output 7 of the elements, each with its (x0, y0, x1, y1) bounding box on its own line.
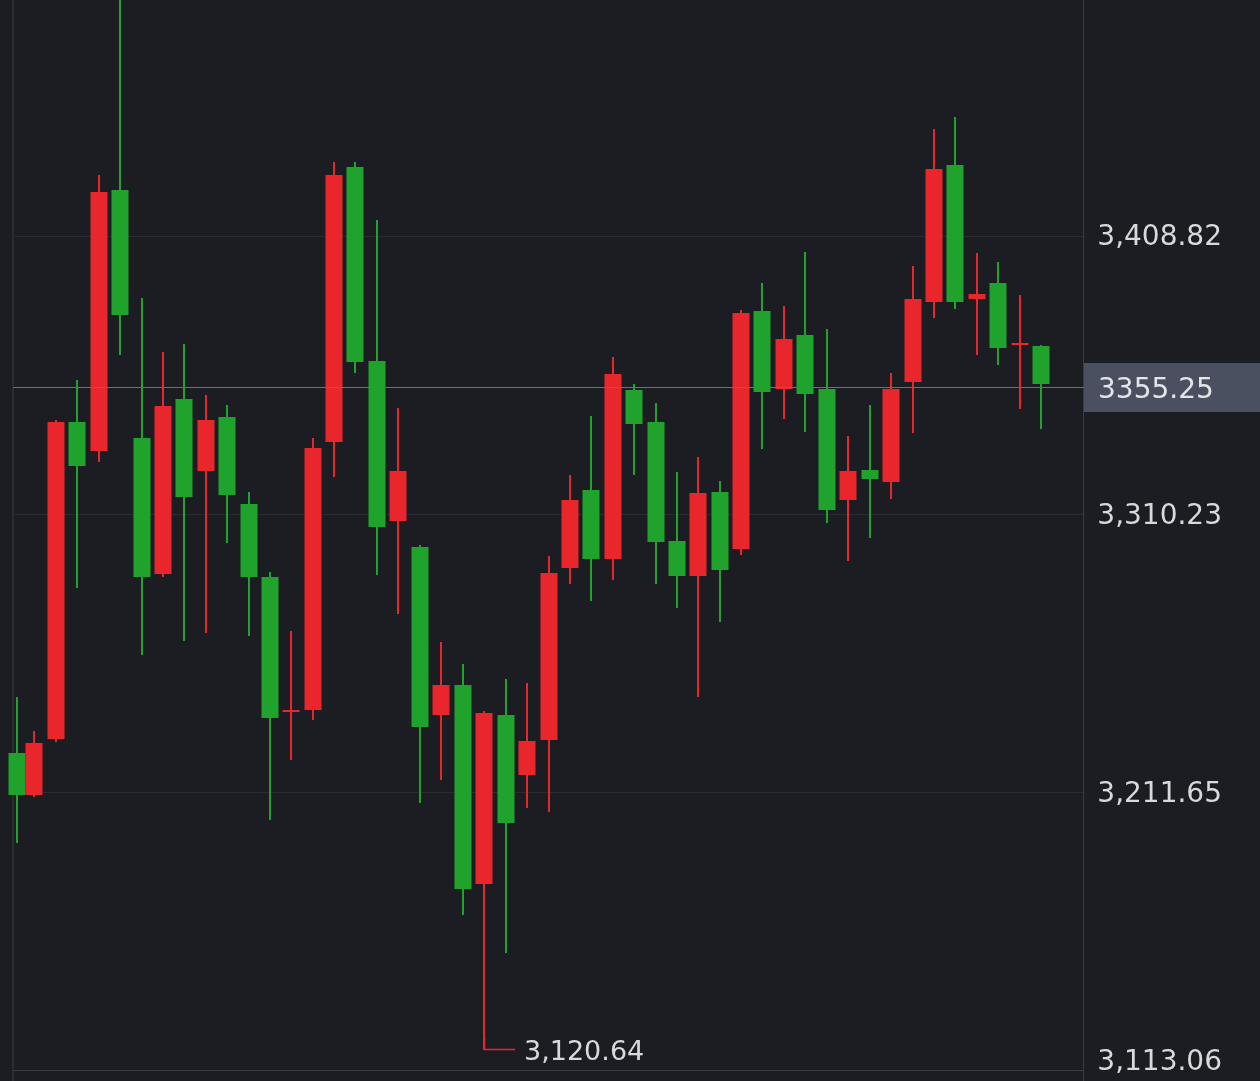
current-price-tag: 3355.25 (1084, 363, 1260, 412)
leader-line (483, 1037, 516, 1051)
low-price-label: 3,120.64 (524, 1035, 645, 1066)
price-axis-label: 3,113.06 (1097, 1044, 1222, 1077)
price-axis-label: 3,310.23 (1097, 498, 1222, 531)
price-axis-label: 3,211.65 (1097, 776, 1222, 809)
price-axis-label: 3,408.82 (1097, 219, 1222, 252)
